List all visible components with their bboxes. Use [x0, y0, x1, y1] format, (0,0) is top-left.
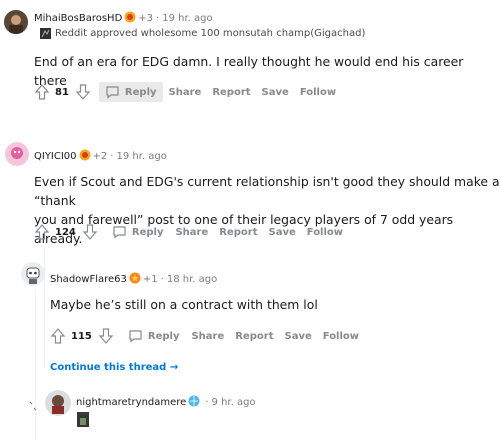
- comment-actions: 81 Reply Share Report Save Follow: [34, 82, 347, 102]
- timestamp[interactable]: 19 hr. ago: [162, 13, 212, 24]
- reply-label: Reply: [124, 86, 157, 98]
- avatar[interactable]: [5, 142, 29, 166]
- avatar-image-icon: [4, 10, 28, 34]
- separator: ·: [160, 274, 164, 285]
- follow-button[interactable]: Follow: [300, 87, 336, 98]
- award-count[interactable]: +3: [138, 13, 153, 24]
- comment-meta: nightmaretryndamere · 9 hr. ago: [76, 395, 256, 410]
- award-icon[interactable]: [124, 11, 136, 26]
- comment-actions: 115 Reply Share Report Save Follow: [50, 326, 370, 346]
- avatar[interactable]: [4, 10, 28, 34]
- arrow-right-icon: →: [169, 362, 179, 373]
- comment-bubble-icon: [106, 86, 119, 99]
- upvote-icon[interactable]: [50, 327, 66, 345]
- report-button[interactable]: Report: [219, 227, 257, 238]
- vote-score: 124: [55, 226, 76, 238]
- share-button[interactable]: Share: [191, 331, 224, 342]
- comment-actions: 124 Reply Share Report Save Follow: [34, 222, 354, 242]
- separator: ·: [156, 13, 160, 24]
- comment-bubble-icon: [113, 226, 126, 239]
- report-button[interactable]: Report: [212, 87, 250, 98]
- globe-badge-icon[interactable]: [188, 395, 200, 410]
- thread-line[interactable]: [44, 248, 45, 368]
- follow-button[interactable]: Follow: [323, 331, 359, 342]
- flair-text: Reddit approved wholesome 100 monsutah c…: [55, 28, 366, 39]
- username[interactable]: ShadowFlare63: [50, 274, 127, 285]
- timestamp[interactable]: 18 hr. ago: [167, 274, 217, 285]
- separator: ·: [110, 151, 114, 162]
- continue-thread-label: Continue this thread: [50, 362, 167, 373]
- award-icon[interactable]: [79, 149, 91, 164]
- award-icon[interactable]: [129, 272, 141, 287]
- user-flair: Reddit approved wholesome 100 monsutah c…: [40, 28, 365, 39]
- award-count[interactable]: +1: [143, 274, 158, 285]
- downvote-icon[interactable]: [98, 327, 114, 345]
- avatar[interactable]: [21, 262, 45, 286]
- upvote-icon[interactable]: [34, 83, 50, 101]
- report-button[interactable]: Report: [235, 331, 273, 342]
- username[interactable]: QIYICI00: [34, 151, 77, 162]
- save-button[interactable]: Save: [262, 87, 289, 98]
- flair-emoji-icon: [77, 412, 89, 427]
- vote-score: 115: [71, 330, 92, 342]
- save-button[interactable]: Save: [285, 331, 312, 342]
- reply-button[interactable]: Reply: [122, 326, 186, 346]
- reply-button[interactable]: Reply: [106, 222, 170, 242]
- reply-button[interactable]: Reply: [98, 82, 163, 102]
- comment-meta: MihaiBosBarosHD +3 · 19 hr. ago: [34, 11, 213, 26]
- vote-score: 81: [55, 86, 69, 98]
- collapse-thread-icon[interactable]: [28, 400, 38, 412]
- upvote-icon[interactable]: [34, 223, 50, 241]
- avatar[interactable]: [45, 390, 71, 416]
- username[interactable]: MihaiBosBarosHD: [34, 13, 122, 24]
- separator: ·: [205, 397, 209, 408]
- thread-line[interactable]: [35, 290, 36, 440]
- save-button[interactable]: Save: [269, 227, 296, 238]
- timestamp[interactable]: 9 hr. ago: [212, 397, 256, 408]
- username[interactable]: nightmaretryndamere: [76, 397, 186, 408]
- avatar-image-icon: [5, 142, 29, 166]
- comment-meta: ShadowFlare63 +1 · 18 hr. ago: [50, 272, 217, 287]
- flair-emoji-icon: [40, 28, 51, 39]
- reply-label: Reply: [131, 226, 164, 238]
- share-button[interactable]: Share: [169, 87, 202, 98]
- reply-label: Reply: [147, 330, 180, 342]
- downvote-icon[interactable]: [82, 223, 98, 241]
- share-button[interactable]: Share: [175, 227, 208, 238]
- comment-bubble-icon: [129, 330, 142, 343]
- downvote-icon[interactable]: [75, 83, 91, 101]
- continue-thread-link[interactable]: Continue this thread →: [50, 362, 178, 373]
- follow-button[interactable]: Follow: [307, 227, 343, 238]
- avatar-image-icon: [21, 262, 45, 286]
- timestamp[interactable]: 19 hr. ago: [116, 151, 166, 162]
- avatar-image-icon: [45, 390, 71, 416]
- award-count[interactable]: +2: [93, 151, 108, 162]
- comment-body: Maybe he’s still on a contract with them…: [50, 297, 318, 312]
- comment-meta: QIYICI00 +2 · 19 hr. ago: [34, 149, 167, 164]
- comment-body-line: Even if Scout and EDG's current relation…: [34, 174, 500, 208]
